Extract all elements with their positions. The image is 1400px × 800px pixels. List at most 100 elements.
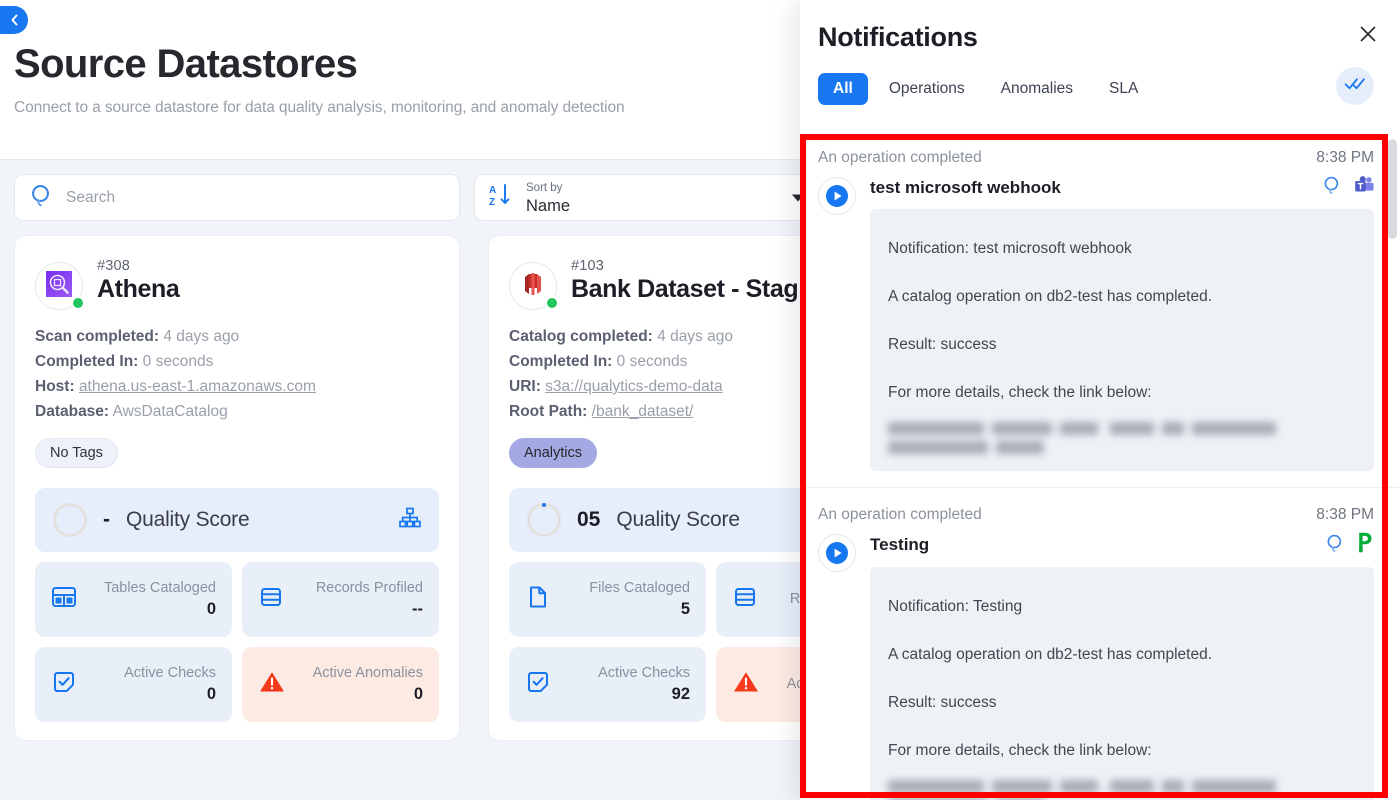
root-path-link[interactable]: /bank_dataset/	[592, 403, 694, 420]
metric-tile[interactable]: Records Profiled --	[242, 562, 439, 637]
list-item[interactable]: An operation completed 8:38 PM Testing N…	[800, 488, 1400, 800]
notification-line: For more details, check the link below:	[888, 384, 1152, 401]
notification-list: An operation completed 8:38 PM test micr…	[800, 131, 1400, 800]
metric-tile[interactable]: Files Cataloged 5	[509, 562, 706, 637]
tables-icon	[51, 584, 77, 615]
meta-label: Root Path:	[509, 403, 588, 420]
notification-channel-icons	[1325, 532, 1374, 558]
source-datastores-page: Source Datastores Connect to a source da…	[0, 0, 934, 800]
notification-line: A catalog operation on db2-test has comp…	[888, 288, 1212, 305]
datastore-card-list: #308 Athena Scan completed: 4 days ago C…	[0, 221, 934, 741]
status-badge[interactable]: Analytics	[509, 438, 598, 468]
quality-score-value: 05	[577, 508, 601, 531]
sort-az-icon: A Z	[489, 182, 513, 213]
notification-channel-icons	[1322, 175, 1374, 200]
notifications-panel: Notifications All Operations Anomalies S…	[800, 0, 1400, 800]
sort-by-value: Name	[526, 197, 571, 216]
meta-row: Scan completed: 4 days ago	[35, 324, 439, 349]
host-link[interactable]: athena.us-east-1.amazonaws.com	[79, 378, 316, 395]
anomalies-warning-icon	[258, 669, 286, 700]
tab-sla[interactable]: SLA	[1094, 73, 1153, 105]
checks-icon	[51, 669, 77, 700]
qualytics-q-icon[interactable]	[1322, 175, 1342, 200]
datastore-card[interactable]: #308 Athena Scan completed: 4 days ago C…	[14, 235, 460, 741]
datastore-name: Bank Dataset - Staging	[571, 275, 835, 303]
quality-score-bar[interactable]: - Quality Score	[35, 488, 439, 552]
page-title: Source Datastores	[14, 42, 358, 86]
notification-body: test microsoft webhook Notification: tes…	[818, 175, 1374, 471]
anomalies-warning-icon	[732, 669, 760, 700]
datastore-meta: Scan completed: 4 days ago Completed In:…	[35, 324, 439, 424]
close-icon[interactable]	[1358, 24, 1378, 49]
notification-title-row: Testing	[870, 532, 1374, 558]
search-input[interactable]: Search	[14, 174, 460, 221]
records-icon	[732, 584, 758, 615]
notification-line: Result: success	[888, 694, 997, 711]
notification-line: Notification: Testing	[888, 598, 1023, 615]
play-circle-icon[interactable]	[818, 534, 856, 572]
microsoft-teams-icon[interactable]	[1354, 176, 1374, 199]
file-icon	[525, 584, 551, 615]
play-circle-icon[interactable]	[818, 177, 856, 215]
notification-time: 8:38 PM	[1316, 506, 1374, 523]
sort-by-select[interactable]: A Z Sort by Name	[474, 174, 819, 221]
notification-message: Notification: test microsoft webhook A c…	[870, 209, 1374, 471]
quality-score-label: Quality Score	[616, 508, 740, 531]
page-subtitle: Connect to a source datastore for data q…	[14, 98, 625, 116]
notifications-header: Notifications All Operations Anomalies S…	[800, 0, 1400, 105]
meta-label: Catalog completed:	[509, 328, 653, 345]
meta-row: Host: athena.us-east-1.amazonaws.com	[35, 374, 439, 399]
list-item[interactable]: An operation completed 8:38 PM test micr…	[800, 131, 1400, 488]
mark-all-read-button[interactable]	[1336, 67, 1374, 105]
metric-tile[interactable]: Active Checks 0	[35, 647, 232, 722]
metric-tile[interactable]: Tables Cataloged 0	[35, 562, 232, 637]
datastore-id: #103	[571, 258, 605, 274]
tab-all[interactable]: All	[818, 73, 868, 105]
toolbar: Search A Z Sort by Name	[0, 160, 880, 221]
avatar	[35, 262, 85, 310]
chevron-left-icon[interactable]	[0, 6, 28, 34]
card-header: #308 Athena	[35, 258, 439, 310]
redacted-link[interactable]	[888, 777, 1356, 800]
quality-score-ring	[53, 503, 87, 537]
metric-tile[interactable]: Active Checks 92	[509, 647, 706, 722]
uri-link[interactable]: s3a://qualytics-demo-data	[545, 378, 722, 395]
status-dot	[71, 296, 85, 310]
pagerduty-icon[interactable]	[1357, 532, 1374, 558]
metric-label: Active Anomalies	[312, 665, 423, 681]
meta-value: 4 days ago	[657, 328, 733, 345]
notification-kind: An operation completed	[818, 149, 982, 166]
records-icon	[258, 584, 284, 615]
metric-value: 0	[413, 685, 423, 703]
page-header: Source Datastores Connect to a source da…	[0, 0, 880, 160]
sort-by-label: Sort by	[526, 182, 563, 195]
meta-label: URI:	[509, 378, 541, 395]
datastore-name: Athena	[97, 275, 180, 303]
metric-tile[interactable]: Active Anomalies 0	[242, 647, 439, 722]
notification-top: An operation completed 8:38 PM	[818, 506, 1374, 524]
page-title: Notifications	[818, 22, 978, 52]
notification-kind: An operation completed	[818, 506, 982, 523]
s3-datastore-icon	[519, 270, 547, 303]
tab-anomalies[interactable]: Anomalies	[986, 73, 1088, 105]
meta-label: Completed In:	[35, 353, 139, 370]
notification-title: Testing	[870, 535, 930, 554]
metric-label: Active Checks	[124, 665, 216, 681]
redacted-link[interactable]	[888, 419, 1356, 457]
meta-value: 0 seconds	[142, 353, 214, 370]
metric-label: Tables Cataloged	[103, 580, 216, 596]
status-badge[interactable]: No Tags	[35, 438, 118, 468]
metric-label: Files Cataloged	[589, 580, 690, 596]
meta-label: Completed In:	[509, 353, 613, 370]
double-check-icon	[1344, 76, 1366, 97]
search-icon	[29, 183, 54, 213]
scrollbar[interactable]	[1388, 139, 1397, 239]
tag-list: No Tags	[35, 438, 439, 468]
notification-time: 8:38 PM	[1316, 149, 1374, 166]
tab-operations[interactable]: Operations	[874, 73, 980, 105]
qualytics-q-icon[interactable]	[1325, 533, 1345, 558]
meta-value: AwsDataCatalog	[112, 403, 228, 420]
lineage-icon[interactable]	[399, 507, 421, 533]
quality-score-ring	[527, 503, 561, 537]
meta-row: Database: AwsDataCatalog	[35, 399, 439, 424]
